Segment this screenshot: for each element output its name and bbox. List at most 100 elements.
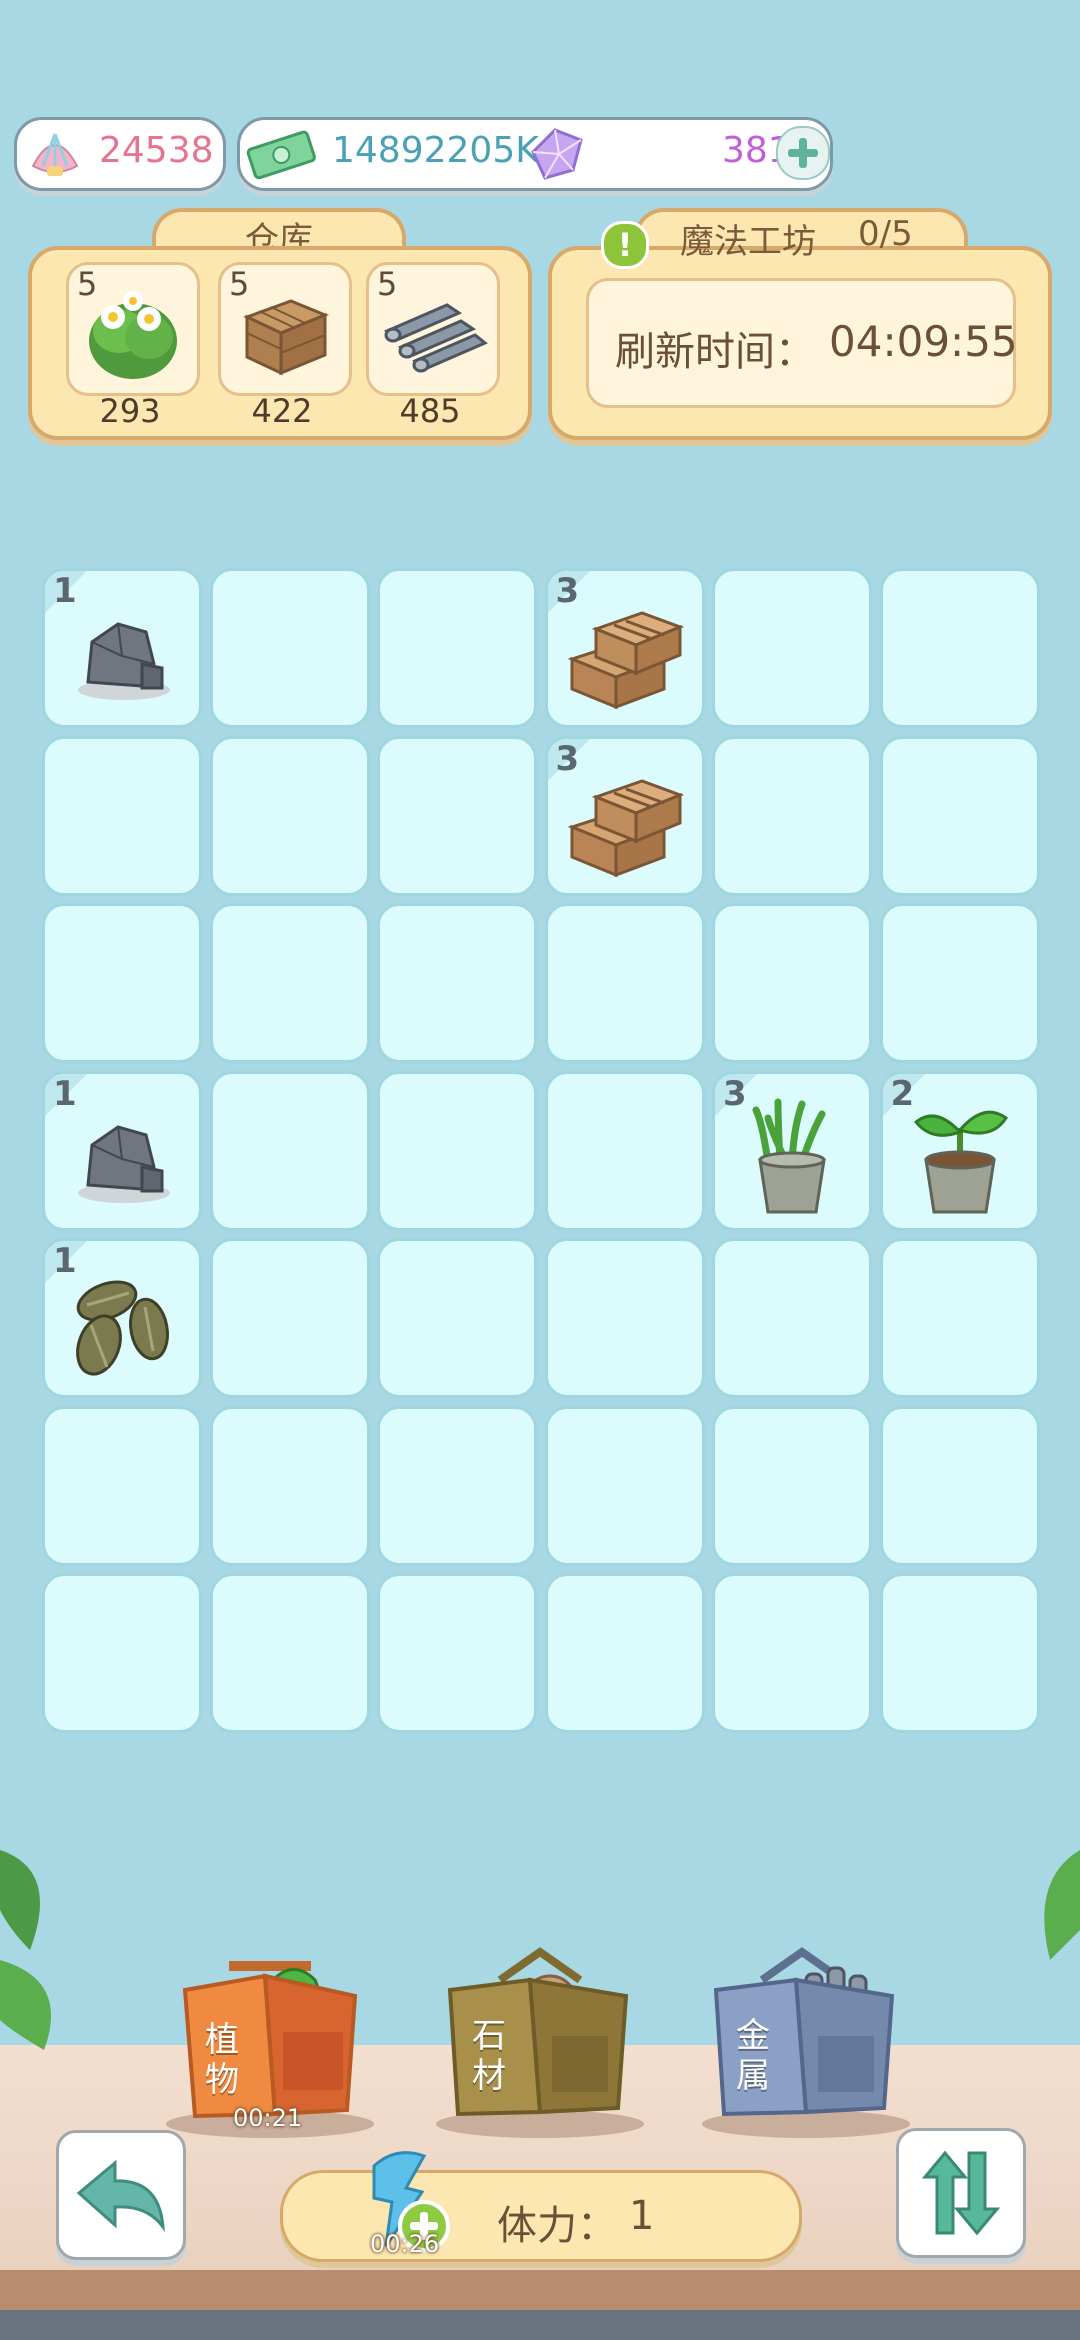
grid-cell[interactable] bbox=[377, 568, 537, 728]
rock-icon bbox=[78, 1124, 170, 1203]
rock-icon bbox=[78, 622, 170, 700]
grid-cell[interactable] bbox=[209, 1405, 370, 1566]
grid-cell[interactable] bbox=[377, 1070, 537, 1231]
grid-cell[interactable] bbox=[879, 735, 1040, 896]
grid-cell-item[interactable]: 1 bbox=[42, 1238, 202, 1398]
slot-count: 485 bbox=[399, 392, 461, 430]
item-level: 3 bbox=[555, 738, 580, 779]
grid-cell-item[interactable]: 1 bbox=[42, 1070, 202, 1231]
workshop-progress: 0/5 bbox=[858, 214, 913, 254]
grid-cell[interactable] bbox=[544, 1405, 705, 1566]
gem-icon bbox=[531, 128, 583, 180]
item-level: 3 bbox=[723, 1073, 747, 1114]
grid-cell[interactable] bbox=[209, 903, 370, 1063]
shell-currency[interactable]: 24538 bbox=[14, 117, 226, 191]
stamina-add-button[interactable]: 00:26 bbox=[360, 2146, 450, 2258]
grid-cell[interactable] bbox=[377, 1573, 537, 1733]
grid-cell[interactable] bbox=[712, 903, 872, 1063]
grid-cell-item[interactable]: 2 bbox=[879, 1070, 1040, 1231]
crate-label-1: 金 bbox=[736, 2016, 770, 2056]
grid-cell[interactable] bbox=[209, 1238, 370, 1398]
grid-cell[interactable] bbox=[879, 1405, 1040, 1566]
grid-cell[interactable] bbox=[879, 903, 1040, 1063]
grid-cell-item[interactable]: 3 bbox=[544, 735, 705, 896]
plus-icon bbox=[788, 138, 818, 168]
grid-cell[interactable] bbox=[42, 903, 202, 1063]
stone-crate-icon bbox=[436, 1947, 644, 2138]
sort-button[interactable] bbox=[896, 2128, 1026, 2258]
crate-label-2: 材 bbox=[472, 2056, 506, 2096]
money-gem-bar[interactable]: 14892205K 381 bbox=[237, 117, 833, 191]
grid-cell[interactable] bbox=[209, 568, 370, 728]
crate-label-1: 植 bbox=[205, 2020, 239, 2060]
plant-leaves-left bbox=[0, 1850, 52, 2050]
grid-cell[interactable] bbox=[712, 1573, 872, 1733]
crate-stone[interactable]: 石 材 bbox=[430, 1940, 650, 2140]
warehouse-panel: 5 293 5 422 5 485 bbox=[28, 246, 532, 440]
workshop-panel[interactable]: 刷新时间： 04:09:55 bbox=[548, 246, 1052, 440]
slot-level: 5 bbox=[77, 265, 98, 303]
shell-icon bbox=[31, 133, 79, 176]
item-level: 1 bbox=[53, 1241, 77, 1281]
grid-cell[interactable] bbox=[712, 1238, 872, 1398]
crate-timer: 00:21 bbox=[233, 2104, 303, 2132]
refresh-label: 刷新时间： bbox=[615, 329, 815, 375]
warehouse-slot-metal[interactable]: 5 bbox=[366, 262, 500, 396]
item-level: 2 bbox=[890, 1073, 915, 1114]
add-gem-button[interactable] bbox=[776, 126, 830, 180]
warehouse-slot-wood[interactable]: 5 bbox=[218, 262, 352, 396]
refresh-time: 04:09:55 bbox=[829, 317, 1018, 366]
grid-cell-item[interactable]: 1 bbox=[42, 568, 202, 728]
sort-arrows-icon bbox=[921, 2150, 1001, 2236]
grid-cell[interactable] bbox=[544, 1573, 705, 1733]
grid-cell[interactable] bbox=[544, 1070, 705, 1231]
warehouse-slot-plants[interactable]: 5 bbox=[66, 262, 200, 396]
workshop-title: 魔法工坊 bbox=[680, 222, 816, 262]
money-amount: 14892205K bbox=[332, 130, 539, 171]
grid-cell[interactable] bbox=[209, 1573, 370, 1733]
plant-leaves-right bbox=[1044, 1850, 1080, 1960]
shelf-edge bbox=[0, 2270, 1080, 2310]
slot-level: 5 bbox=[377, 265, 398, 303]
grid-cell[interactable] bbox=[712, 1405, 872, 1566]
item-level: 1 bbox=[53, 1073, 77, 1114]
grid-cell[interactable] bbox=[712, 735, 872, 896]
grid-cell[interactable] bbox=[879, 568, 1040, 728]
grid-cell[interactable] bbox=[377, 735, 537, 896]
grid-cell[interactable] bbox=[42, 1405, 202, 1566]
grid-cell[interactable] bbox=[879, 1573, 1040, 1733]
item-level: 3 bbox=[555, 571, 580, 611]
grid-cell[interactable] bbox=[879, 1238, 1040, 1398]
stamina-bar[interactable]: 体力： 1 bbox=[280, 2170, 802, 2262]
grid-cell[interactable] bbox=[42, 735, 202, 896]
item-level: 1 bbox=[53, 571, 77, 611]
potted-grass-icon bbox=[752, 1098, 826, 1213]
grid-cell[interactable] bbox=[42, 1573, 202, 1733]
grid-cell[interactable] bbox=[377, 1405, 537, 1566]
crate-metal[interactable]: 金 属 bbox=[696, 1940, 916, 2140]
grid-cell-item[interactable]: 3 bbox=[544, 568, 705, 728]
merge-grid: 1 3 3 1 3 2 1 bbox=[42, 568, 1040, 1734]
alert-icon[interactable]: ! bbox=[601, 221, 649, 269]
slot-count: 293 bbox=[99, 392, 161, 430]
crate-plants[interactable]: 植 物 00:21 bbox=[165, 1940, 375, 2140]
grid-cell-item[interactable]: 3 bbox=[712, 1070, 872, 1231]
crate-label-2: 属 bbox=[736, 2056, 770, 2096]
crate-label-1: 石 bbox=[472, 2016, 506, 2056]
grid-cell[interactable] bbox=[377, 1238, 537, 1398]
grid-cell[interactable] bbox=[544, 903, 705, 1063]
floor-strip bbox=[0, 2310, 1080, 2340]
metal-crate-icon bbox=[702, 1947, 910, 2138]
grid-cell[interactable] bbox=[377, 903, 537, 1063]
refresh-box: 刷新时间： 04:09:55 bbox=[586, 278, 1018, 408]
grid-cell[interactable] bbox=[544, 1238, 705, 1398]
grid-cell[interactable] bbox=[209, 1070, 370, 1231]
stamina-timer: 00:26 bbox=[370, 2230, 440, 2258]
slot-count: 422 bbox=[251, 392, 313, 430]
grid-cell[interactable] bbox=[209, 735, 370, 896]
back-button[interactable] bbox=[56, 2130, 186, 2260]
grid-cell[interactable] bbox=[712, 568, 872, 728]
potted-sprout-icon bbox=[913, 1110, 1008, 1213]
metal-bars-icon bbox=[383, 303, 488, 373]
back-arrow-icon bbox=[76, 2159, 165, 2233]
